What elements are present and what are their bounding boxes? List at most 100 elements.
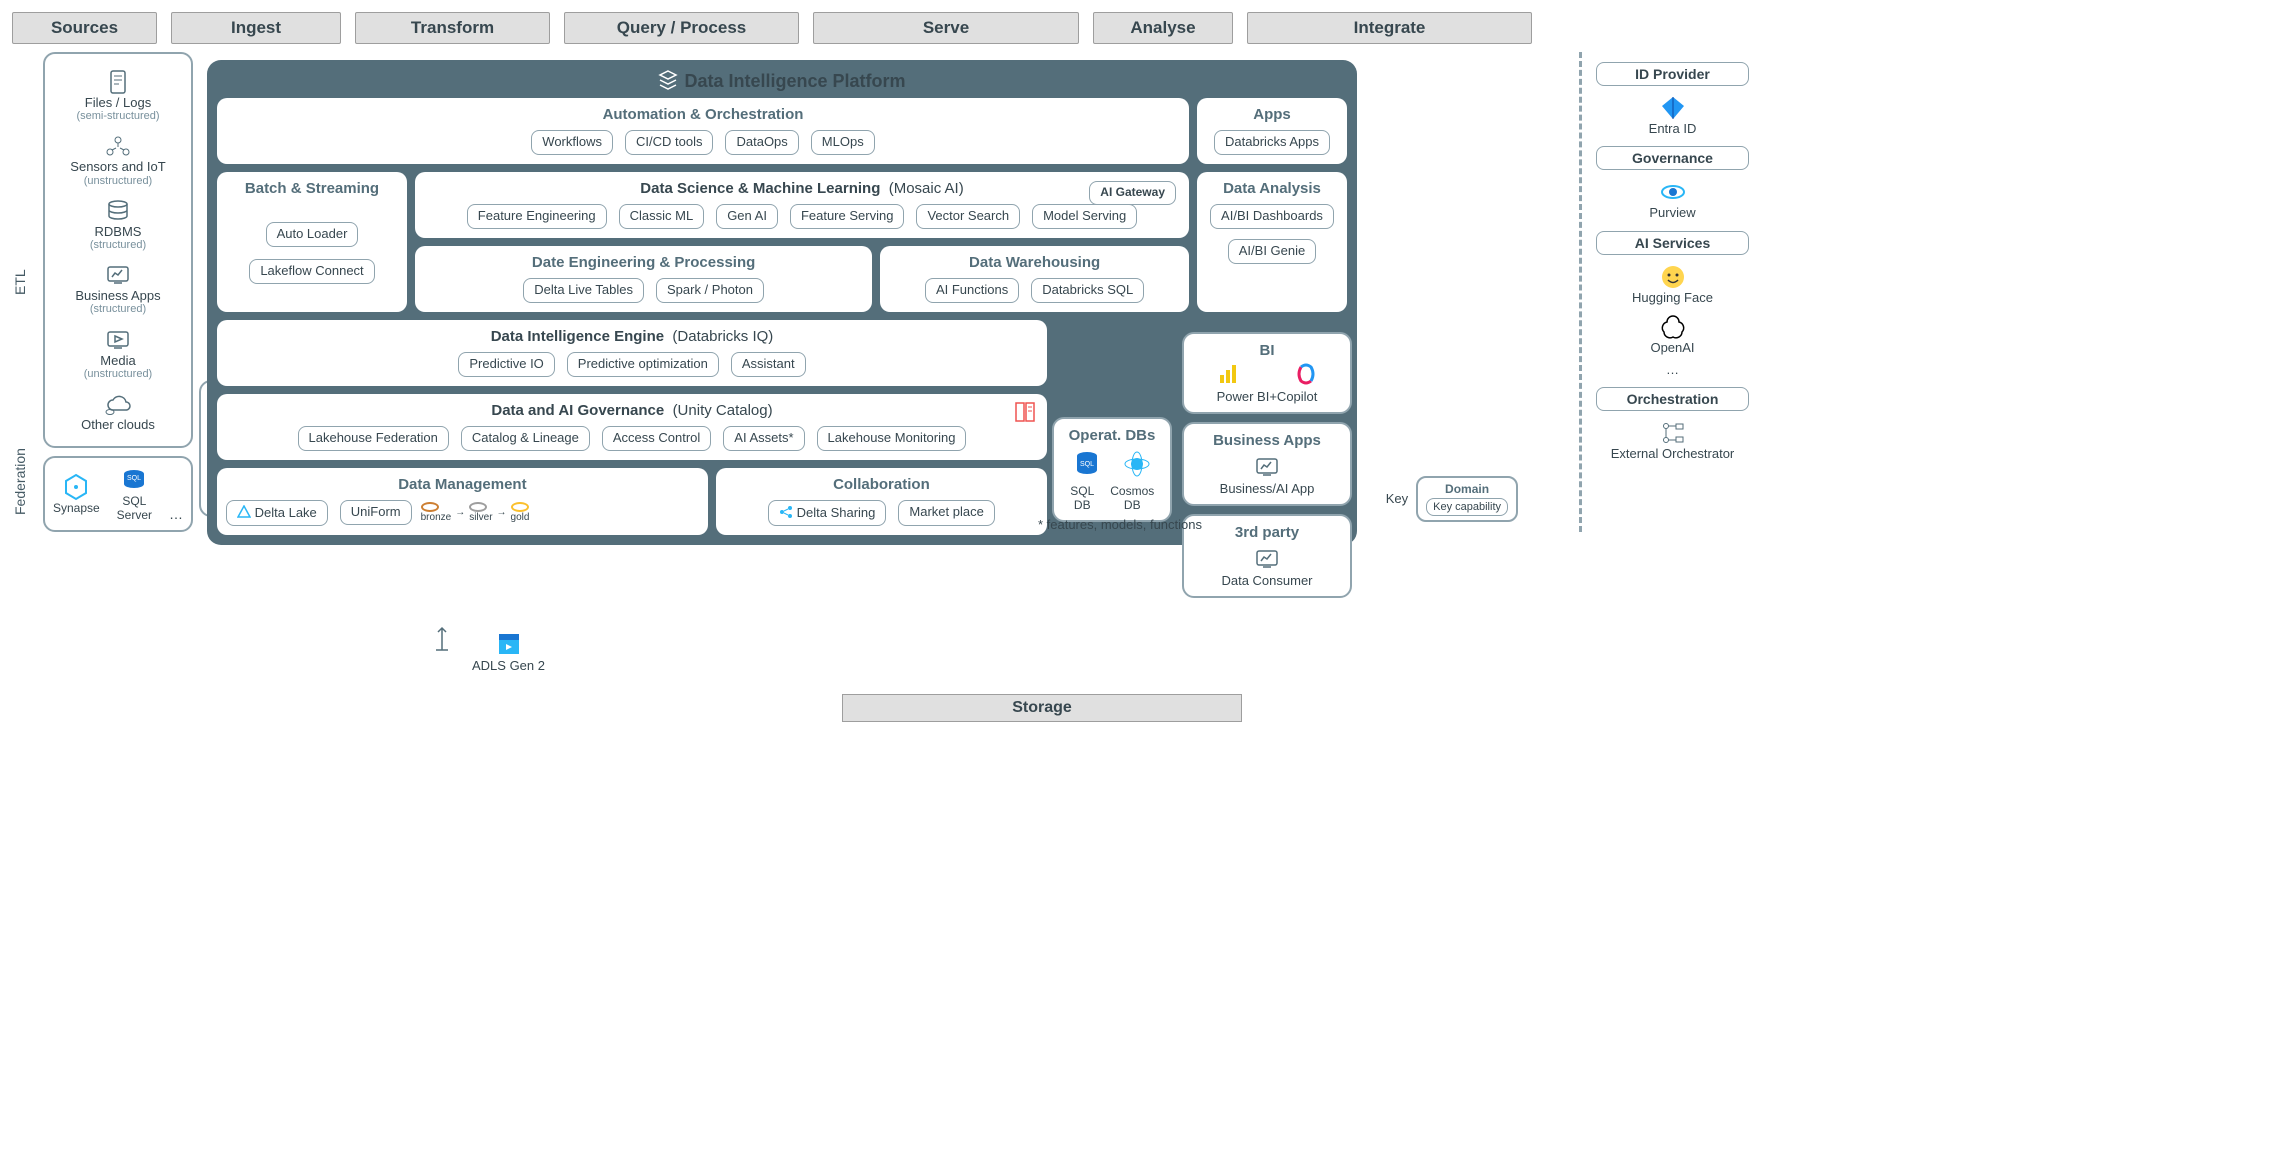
openai-icon — [1659, 313, 1687, 341]
source-5: Other clouds — [49, 390, 187, 432]
dwh-title: Data Warehousing — [886, 254, 1183, 271]
pill-dsml-2: Gen AI — [716, 204, 778, 229]
third-title: 3rd party — [1192, 524, 1342, 541]
key-domain: Domain — [1426, 482, 1508, 496]
pill-gov-0: Lakehouse Federation — [298, 426, 449, 451]
medallion: bronze→ silver→ gold — [421, 502, 530, 523]
bapps-label: Business/AI App — [1192, 481, 1342, 496]
adls-icon — [495, 630, 523, 658]
dmgmt-panel: Data Management Delta Lake UniForm bronz… — [217, 468, 708, 535]
pill-die-0: Predictive IO — [458, 352, 554, 377]
integ-head-1: Governance — [1596, 146, 1749, 170]
sources-panel: Files / Logs(semi-structured) Sensors and… — [43, 52, 193, 448]
pill-orch-0: Workflows — [531, 130, 613, 155]
pill-spark: Spark / Photon — [656, 278, 764, 303]
batch-title: Batch & Streaming — [223, 180, 401, 197]
synapse-icon — [62, 473, 90, 501]
source-2: RDBMS(structured) — [49, 197, 187, 251]
orch-title: Automation & Orchestration — [223, 106, 1183, 123]
pill-gov-1: Catalog & Lineage — [461, 426, 590, 451]
key-label: Key — [1386, 491, 1408, 506]
cloud-icon — [104, 390, 132, 418]
pill-dsml-1: Classic ML — [619, 204, 705, 229]
pill-gov-3: AI Assets* — [723, 426, 804, 451]
pill-die-1: Predictive optimization — [567, 352, 719, 377]
svg-text:SQL: SQL — [127, 475, 141, 482]
hf-icon — [1659, 263, 1687, 291]
bapps-panel: Business Apps Business/AI App — [1182, 422, 1352, 506]
sharing-icon — [779, 505, 793, 519]
consumer-icon — [1253, 545, 1281, 573]
storage-arrow-icon — [432, 622, 452, 652]
source-4: Media(unstructured) — [49, 326, 187, 380]
integ-head-3: Orchestration — [1596, 387, 1749, 411]
collab-title: Collaboration — [722, 476, 1041, 493]
third-label: Data Consumer — [1192, 573, 1342, 588]
pill-delta-sharing: Delta Sharing — [768, 500, 886, 526]
col-integrate: Integrate — [1247, 12, 1532, 44]
deng-title: Date Engineering & Processing — [421, 254, 866, 271]
pill-uniform: UniForm — [340, 500, 412, 525]
media-icon — [104, 326, 132, 354]
pill-gov-4: Lakehouse Monitoring — [817, 426, 967, 451]
dsml-title: Data Science & Machine Learning — [640, 180, 880, 197]
label-federation: Federation — [12, 432, 37, 532]
pill-ai-func: AI Functions — [925, 278, 1019, 303]
bapps-title: Business Apps — [1192, 432, 1342, 449]
sqldb-icon: SQL — [1073, 450, 1101, 478]
delta-icon — [237, 505, 251, 519]
deng-panel: Date Engineering & Processing Delta Live… — [415, 246, 872, 312]
pill-dsml-4: Vector Search — [916, 204, 1020, 229]
sqlserver-icon: SQL — [120, 466, 148, 494]
pill-ai-gateway: AI Gateway — [1089, 181, 1176, 205]
third-panel: 3rd party Data Consumer — [1182, 514, 1352, 598]
serve-title: Operat. DBs — [1062, 427, 1162, 444]
gov-parens: (Unity Catalog) — [673, 402, 773, 419]
pill-aibi-genie: AI/BI Genie — [1228, 239, 1316, 264]
apps-panel: Apps Databricks Apps — [1197, 98, 1347, 164]
orchestration-panel: Automation & Orchestration WorkflowsCI/C… — [217, 98, 1189, 164]
pill-lakeflow: Lakeflow Connect — [249, 259, 374, 284]
svg-text:SQL: SQL — [1080, 461, 1094, 468]
integ-item-2-1: OpenAI — [1596, 313, 1749, 355]
dsml-panel: Data Science & Machine Learning (Mosaic … — [415, 172, 1189, 238]
col-transform: Transform — [355, 12, 550, 44]
pill-orch-3: MLOps — [811, 130, 875, 155]
purview-icon — [1659, 178, 1687, 206]
iot-icon — [104, 132, 132, 160]
footnote: * features, models, functions — [1038, 517, 1202, 532]
serve-panel: Operat. DBs SQL SQL DBCosmos DB — [1052, 417, 1172, 522]
app-icon — [104, 261, 132, 289]
col-ingest: Ingest — [171, 12, 341, 44]
federation-panel: Synapse SQLSQL Server … — [43, 456, 193, 532]
col-query: Query / Process — [564, 12, 799, 44]
key-capability: Key capability — [1426, 498, 1508, 517]
dmgmt-title: Data Management — [223, 476, 702, 493]
pill-dsml-0: Feature Engineering — [467, 204, 607, 229]
collab-panel: Collaboration Delta Sharing Market place — [716, 468, 1047, 535]
copilot-icon — [1295, 363, 1317, 385]
pill-dsml-3: Feature Serving — [790, 204, 905, 229]
source-0: Files / Logs(semi-structured) — [49, 68, 187, 122]
label-etl: ETL — [12, 172, 37, 392]
fed-sqlserver: SQL Server — [117, 494, 152, 522]
catalog-icon — [1013, 400, 1037, 424]
batch-streaming-panel: Batch & Streaming Auto Loader Lakeflow C… — [217, 172, 407, 312]
die-panel: Data Intelligence Engine (Databricks IQ)… — [217, 320, 1047, 386]
die-title: Data Intelligence Engine — [491, 328, 664, 345]
adls-label: ADLS Gen 2 — [472, 658, 545, 673]
bi-panel: BI Power BI+Copilot — [1182, 332, 1352, 414]
analysis-panel: Data Analysis AI/BI Dashboards AI/BI Gen… — [1197, 172, 1347, 312]
integ-item-0-0: Entra ID — [1596, 94, 1749, 136]
storage-header: Storage — [842, 694, 1242, 722]
source-1: Sensors and IoT(unstructured) — [49, 132, 187, 186]
pill-gov-2: Access Control — [602, 426, 711, 451]
bi-label: Power BI+Copilot — [1192, 389, 1342, 404]
platform-title: Data Intelligence Platform — [217, 70, 1347, 92]
pill-orch-2: DataOps — [725, 130, 798, 155]
pill-databricks-apps: Databricks Apps — [1214, 130, 1330, 155]
dwh-panel: Data Warehousing AI FunctionsDatabricks … — [880, 246, 1189, 312]
bi-title: BI — [1192, 342, 1342, 359]
orch-icon — [1659, 419, 1687, 447]
serve-sqldb: SQL DB — [1062, 484, 1103, 512]
